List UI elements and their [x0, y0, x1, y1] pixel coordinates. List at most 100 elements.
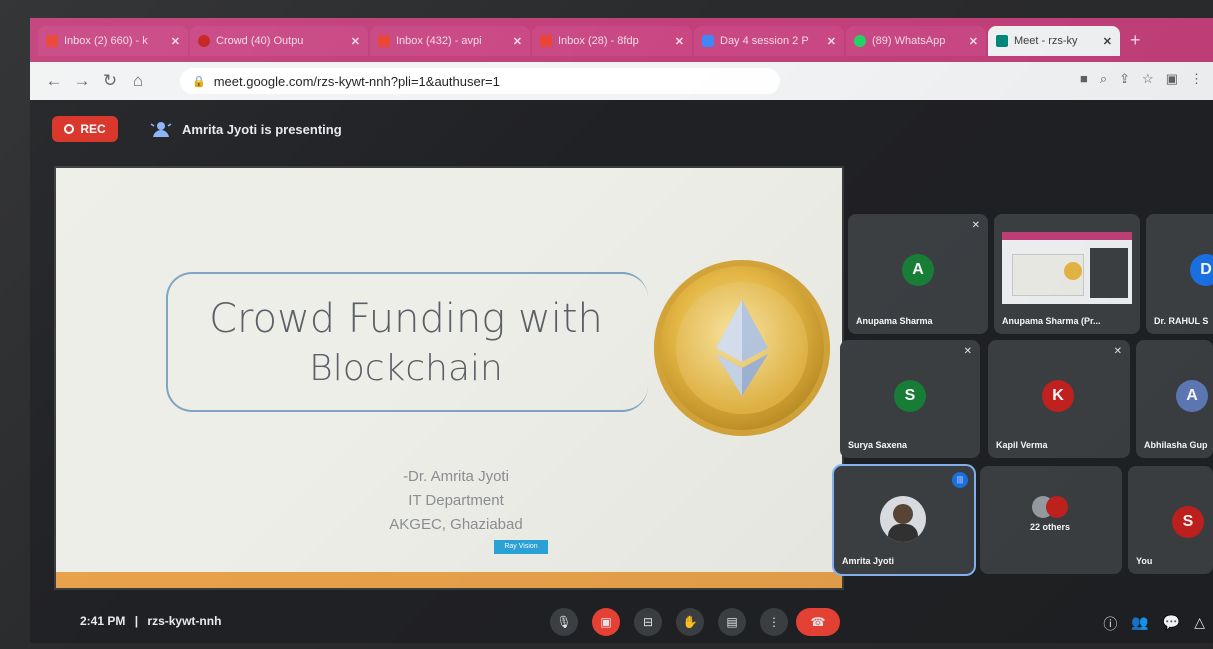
toolbar-actions: ■ ⌕ ⇪ ☆ ▣ ⋮: [1080, 71, 1203, 87]
close-icon[interactable]: ✕: [351, 35, 360, 48]
extension-icon[interactable]: ▣: [1166, 71, 1178, 87]
slide-footer-bar: [56, 572, 842, 588]
captions-button[interactable]: ⊟: [634, 608, 662, 636]
camera-off-icon: ▣: [600, 615, 612, 629]
participant-name: Anupama Sharma (Pr...: [1002, 316, 1101, 326]
slide-department: IT Department: [408, 492, 504, 509]
bookmark-star-icon[interactable]: ☆: [1142, 71, 1154, 87]
home-icon[interactable]: ⌂: [124, 71, 152, 91]
tab-strip: Inbox (2) 660) - k ✕ Crowd (40) Outpu ✕ …: [30, 18, 1213, 62]
tab-crowd[interactable]: Crowd (40) Outpu ✕: [190, 26, 368, 56]
avatar: A: [902, 254, 934, 286]
coin-face: [676, 282, 808, 414]
record-icon: [64, 124, 75, 134]
tab-label: Inbox (2) 660) - k: [64, 35, 148, 47]
mic-off-icon: ✕: [963, 346, 972, 357]
present-button[interactable]: ▤: [718, 608, 746, 636]
tab-label: Day 4 session 2 P: [720, 35, 809, 47]
participant-tile[interactable]: ✕ S Surya Saxena: [840, 340, 980, 458]
meeting-side-tools: ⓘ 👥 💬 △: [1103, 614, 1205, 634]
participant-tile-others[interactable]: 22 others: [980, 466, 1122, 574]
people-icon[interactable]: 👥: [1131, 614, 1148, 634]
end-call-icon: ☎: [810, 615, 826, 629]
participant-tile-presenter[interactable]: ||| Amrita Jyoti: [834, 466, 974, 574]
chat-icon[interactable]: 💬: [1163, 614, 1180, 634]
tab-inbox-1[interactable]: Inbox (2) 660) - k ✕: [38, 26, 188, 56]
browser-window: Inbox (2) 660) - k ✕ Crowd (40) Outpu ✕ …: [30, 18, 1213, 643]
tab-meet[interactable]: Meet - rzs-ky ✕: [988, 26, 1120, 56]
presenter-icon: [150, 120, 172, 138]
hand-icon: ✋: [682, 615, 698, 629]
avatar: [880, 496, 926, 542]
meet-icon: [996, 35, 1008, 47]
camera-icon[interactable]: ■: [1080, 71, 1088, 87]
participant-name: Anupama Sharma: [856, 316, 933, 326]
ethereum-coin-image: [654, 260, 830, 436]
slide-author: -Dr. Amrita Jyoti: [403, 468, 509, 485]
microphone-button[interactable]: 🎙: [550, 608, 578, 636]
new-tab-button[interactable]: +: [1130, 30, 1141, 50]
participant-tile[interactable]: ✕ K Kapil Verma: [988, 340, 1130, 458]
leave-call-button[interactable]: ☎: [796, 608, 840, 636]
ethereum-logo-icon: [716, 300, 768, 396]
tab-inbox-2[interactable]: Inbox (432) - avpi ✕: [370, 26, 530, 56]
close-icon[interactable]: ✕: [171, 35, 180, 48]
address-bar[interactable]: 🔒 meet.google.com/rzs-kywt-nnh?pli=1&aut…: [180, 68, 780, 94]
recording-badge: REC: [52, 116, 118, 142]
close-icon[interactable]: ✕: [1103, 35, 1112, 48]
camera-off-button[interactable]: ▣: [592, 608, 620, 636]
gmail-icon: [46, 35, 58, 47]
participant-name: Amrita Jyoti: [842, 556, 895, 566]
avatar: D: [1190, 254, 1213, 286]
participant-name: You: [1136, 556, 1153, 566]
presenting-text: Amrita Jyoti is presenting: [182, 121, 342, 137]
avatar: K: [1042, 380, 1074, 412]
participant-tile[interactable]: ✕ A Anupama Sharma: [848, 214, 988, 334]
presentation-slide: Crowd Funding with Blockchain -Dr. Amrit…: [56, 168, 842, 588]
meeting-details: 2:41 PM | rzs-kywt-nnh: [80, 614, 221, 628]
tab-whatsapp[interactable]: (89) WhatsApp ✕: [846, 26, 986, 56]
meet-control-bar: 2:41 PM | rzs-kywt-nnh 🎙 ▣ ⊟ ✋ ▤ ⋮ ☎ ⓘ 👥…: [30, 600, 1213, 643]
forward-icon[interactable]: →: [68, 71, 96, 91]
share-icon[interactable]: ⇪: [1119, 71, 1130, 87]
separator: |: [134, 614, 139, 628]
tab-day4-session[interactable]: Day 4 session 2 P ✕: [694, 26, 844, 56]
mic-off-icon: ✕: [971, 220, 980, 231]
more-options-button[interactable]: ⋮: [760, 608, 788, 636]
participant-name: Abhilasha Gup: [1144, 440, 1208, 450]
participant-tile-self[interactable]: S You: [1128, 466, 1213, 574]
close-icon[interactable]: ✕: [513, 35, 522, 48]
screen-share-thumbnail: [1002, 232, 1132, 304]
participant-name: Surya Saxena: [848, 440, 908, 450]
participant-name: Dr. RAHUL S: [1154, 316, 1209, 326]
avatar: A: [1176, 380, 1208, 412]
zoom-icon[interactable]: ⌕: [1100, 71, 1107, 87]
mic-off-icon: ✕: [1113, 346, 1122, 357]
close-icon[interactable]: ✕: [969, 35, 978, 48]
raise-hand-button[interactable]: ✋: [676, 608, 704, 636]
avatar: S: [1172, 506, 1204, 538]
more-vert-icon: ⋮: [768, 615, 780, 629]
participant-name: 22 others: [1030, 522, 1071, 532]
reload-icon[interactable]: ↻: [96, 71, 124, 91]
tab-label: Meet - rzs-ky: [1014, 35, 1078, 47]
tab-inbox-3[interactable]: Inbox (28) - 8fdp ✕: [532, 26, 692, 56]
rec-label: REC: [80, 122, 106, 136]
back-icon[interactable]: ←: [40, 71, 68, 91]
slide-institution: AKGEC, Ghaziabad: [389, 516, 523, 533]
activities-icon[interactable]: △: [1194, 614, 1205, 634]
close-icon[interactable]: ✕: [827, 35, 836, 48]
menu-icon[interactable]: ⋮: [1190, 71, 1203, 87]
participant-tile[interactable]: D Dr. RAHUL S: [1146, 214, 1213, 334]
clock-time: 2:41 PM: [80, 614, 126, 628]
meet-header: REC Amrita Jyoti is presenting: [30, 100, 1213, 156]
info-icon[interactable]: ⓘ: [1103, 614, 1117, 634]
slide-title-line1: Crowd Funding with: [209, 296, 603, 342]
participant-tile[interactable]: A Abhilasha Gup: [1136, 340, 1213, 458]
participant-tile-screen[interactable]: Anupama Sharma (Pr...: [994, 214, 1140, 334]
slides-icon: [702, 35, 714, 47]
title-frame: [166, 272, 648, 412]
slide-badge: Ray Vision: [494, 540, 548, 554]
whatsapp-icon: [854, 35, 866, 47]
close-icon[interactable]: ✕: [675, 35, 684, 48]
